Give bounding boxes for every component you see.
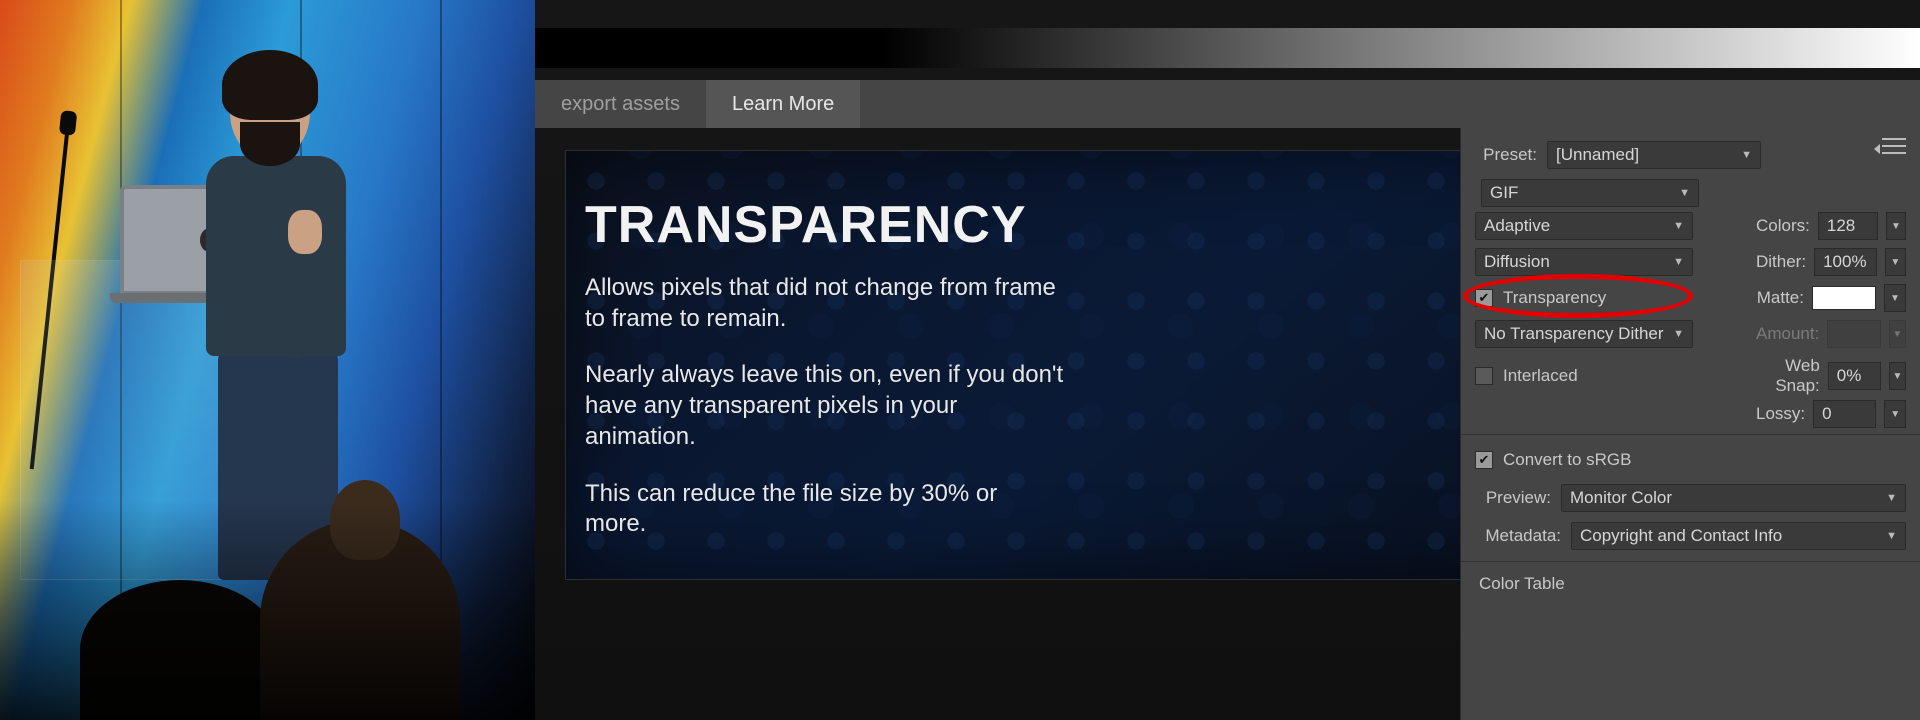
chevron-down-icon: ▼: [1673, 220, 1684, 232]
slide-paragraph: Nearly always leave this on, even if you…: [585, 360, 1065, 452]
colors-stepper[interactable]: ▼: [1886, 212, 1906, 240]
colors-input[interactable]: 128: [1818, 212, 1878, 240]
top-tabs: export assets Learn More: [535, 80, 1920, 128]
dither-algo-select[interactable]: Diffusion ▼: [1475, 248, 1693, 276]
dither-stepper[interactable]: ▼: [1885, 248, 1906, 276]
interlaced-label: Interlaced: [1503, 366, 1578, 386]
export-settings-panel: Preset: [Unnamed] ▼ GIF ▼ Adaptive ▼ Col…: [1460, 128, 1920, 720]
audience-silhouette: [80, 580, 280, 720]
metadata-value: Copyright and Contact Info: [1580, 526, 1782, 546]
convert-srgb-checkbox[interactable]: ✔: [1475, 451, 1493, 469]
lossy-stepper[interactable]: ▼: [1884, 400, 1906, 428]
tab-learn-more[interactable]: Learn More: [706, 80, 860, 128]
metadata-label: Metadata:: [1475, 526, 1561, 546]
websnap-input[interactable]: 0%: [1828, 362, 1881, 390]
panel-menu-icon[interactable]: [1882, 138, 1906, 154]
preview-select[interactable]: Monitor Color ▼: [1561, 484, 1906, 512]
websnap-label: Web Snap:: [1756, 356, 1820, 396]
chevron-down-icon: ▼: [1741, 149, 1752, 161]
metadata-select[interactable]: Copyright and Contact Info ▼: [1571, 522, 1906, 550]
slide-text-block: TRANSPARENCY Allows pixels that did not …: [585, 195, 1065, 566]
gradient-bar: [535, 28, 1920, 68]
amount-label: Amount:: [1756, 324, 1819, 344]
preset-select[interactable]: [Unnamed] ▼: [1547, 141, 1761, 169]
format-value: GIF: [1490, 183, 1518, 203]
dither-input[interactable]: 100%: [1814, 248, 1877, 276]
convert-srgb-label: Convert to sRGB: [1503, 450, 1632, 470]
chevron-down-icon: ▼: [1673, 256, 1684, 268]
amount-input: [1827, 320, 1880, 348]
tab-export-assets[interactable]: export assets: [535, 80, 706, 128]
color-table-label: Color Table: [1479, 574, 1906, 594]
transparency-dither-select[interactable]: No Transparency Dither ▼: [1475, 320, 1693, 348]
format-select[interactable]: GIF ▼: [1481, 179, 1699, 207]
interlaced-checkbox[interactable]: [1475, 367, 1493, 385]
chevron-down-icon: ▼: [1679, 187, 1690, 199]
amount-stepper: ▼: [1889, 320, 1906, 348]
slide-title: TRANSPARENCY: [585, 195, 1065, 255]
transparency-dither-value: No Transparency Dither: [1484, 324, 1664, 344]
colors-label: Colors:: [1756, 216, 1810, 236]
preview-value: Monitor Color: [1570, 488, 1672, 508]
preset-label: Preset:: [1475, 145, 1537, 165]
color-reduction-select[interactable]: Adaptive ▼: [1475, 212, 1693, 240]
matte-select[interactable]: ▼: [1884, 284, 1906, 312]
chevron-down-icon: ▼: [1673, 328, 1684, 340]
transparency-label: Transparency: [1503, 288, 1606, 308]
chevron-down-icon: ▼: [1886, 530, 1897, 542]
slide-paragraph: Allows pixels that did not change from f…: [585, 273, 1065, 334]
preset-value: [Unnamed]: [1556, 145, 1639, 165]
lossy-label: Lossy:: [1756, 404, 1805, 424]
speaker-figure: [200, 60, 350, 580]
transparency-checkbox[interactable]: ✔: [1475, 289, 1493, 307]
matte-label: Matte:: [1757, 288, 1804, 308]
audience-silhouette: [260, 520, 460, 720]
matte-swatch[interactable]: [1812, 286, 1876, 310]
slide-paragraph: This can reduce the file size by 30% or …: [585, 479, 1065, 540]
reduction-value: Adaptive: [1484, 216, 1550, 236]
presenter-photo: [0, 0, 535, 720]
chevron-down-icon: ▼: [1886, 492, 1897, 504]
dither-algo-value: Diffusion: [1484, 252, 1550, 272]
dither-label: Dither:: [1756, 252, 1806, 272]
slide-area: export assets Learn More TRANSPARENCY Al…: [535, 0, 1920, 720]
lossy-input[interactable]: 0: [1813, 400, 1876, 428]
preview-label: Preview:: [1475, 488, 1551, 508]
websnap-stepper[interactable]: ▼: [1889, 362, 1906, 390]
